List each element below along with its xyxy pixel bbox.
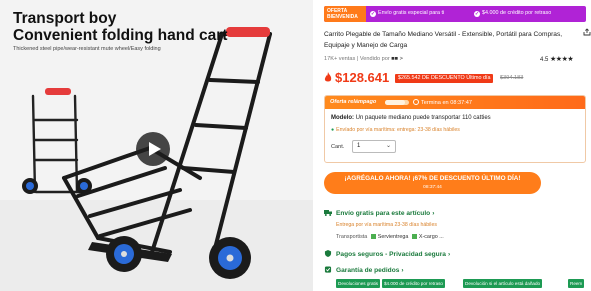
product-title: Carrito Plegable de Tamaño Mediano Versá…	[324, 31, 563, 49]
current-price: $128.641	[335, 70, 390, 85]
guarantee-chip: Reem	[568, 279, 585, 288]
shield-icon	[324, 250, 332, 257]
guarantee-chip: Devolución si el artículo está dañado	[463, 279, 543, 288]
product-info-panel: OFERTA BIENVENIDA ✓ Envío gratis especial…	[320, 0, 591, 291]
add-to-cart-label: ¡AGRÉGALO AHORA! ¡67% DE DESCUENTO ÚLTIM…	[344, 175, 521, 182]
order-guarantee-title: Garantía de pedidos	[336, 267, 400, 274]
cart-handle	[226, 27, 270, 37]
video-play-button[interactable]	[136, 132, 170, 166]
share-icon[interactable]	[583, 28, 591, 36]
image-title-line1: Transport boy	[13, 10, 117, 27]
carrier-logo-icon	[411, 234, 417, 239]
timer-prefix: Termina en	[421, 100, 449, 106]
chevron-down-icon: ⌄	[385, 143, 391, 149]
truck-icon: ●	[331, 127, 335, 133]
guarantee-chip: Devoluciones gratis	[336, 279, 381, 288]
carrier-line: Transportista Servientrega X-cargo ...	[336, 234, 444, 240]
original-price: $394.183	[500, 75, 524, 81]
carrier-name-2: X-cargo ...	[418, 234, 444, 240]
flash-offer-progress-fill	[385, 100, 406, 105]
carrier-logo-icon	[370, 234, 376, 239]
add-to-cart-button[interactable]: ¡AGRÉGALO AHORA! ¡67% DE DESCUENTO ÚLTIM…	[324, 172, 541, 194]
truck-icon	[324, 210, 332, 216]
image-title-line2: Convenient folding hand cart	[13, 27, 228, 44]
guarantee-chip: $4.000 de crédito por retraso	[382, 279, 445, 288]
flash-offer-box: Oferta relámpago Termina en 08:37:47 Mod…	[324, 95, 586, 163]
secure-payments-title: Pagos seguros - Privacidad segura	[336, 251, 446, 258]
promo-delay-credit: ✓ $4.000 de crédito por retraso	[474, 10, 551, 17]
add-to-cart-countdown: 08:37:44	[423, 185, 442, 190]
vendor-label: Vendido por	[359, 56, 390, 62]
price-row: $128.641 $265.542 DE DESCUENTO Último dí…	[324, 70, 586, 88]
flash-offer-progress	[385, 100, 409, 105]
clock-icon	[413, 99, 419, 105]
quantity-label: Cant.	[331, 144, 345, 150]
quantity-select[interactable]: 1 ⌄	[352, 140, 396, 153]
check-icon: ✓	[474, 11, 480, 17]
model-value: Un paquete mediano puede transportar 110…	[355, 115, 491, 121]
free-shipping-title: Envío gratis para este artículo	[336, 210, 431, 217]
promo-free-shipping: ✓ Envío gratis especial para ti	[370, 10, 444, 17]
chevron-right-icon: ›	[447, 251, 451, 258]
carrier-label: Transportista	[336, 234, 368, 240]
promo-item2-label: $4.000 de crédito por retraso	[482, 10, 552, 16]
discount-badge: $265.542 DE DESCUENTO Último día	[395, 74, 494, 83]
timer-value: 08:37:47	[450, 100, 473, 106]
chevron-right-icon: ›	[432, 210, 435, 217]
sea-shipping-text: Envíado por vía marítima: entrega: 23-38…	[336, 127, 460, 133]
quantity-value: 1	[357, 143, 361, 149]
rating-stars: ★★★★	[550, 56, 574, 63]
delivery-estimate: Entrega por vía marítima 23-38 días hábi…	[336, 222, 437, 228]
play-icon	[149, 142, 161, 156]
model-line: Modelo: Un paquete mediano puede transpo…	[331, 115, 491, 121]
chevron-right-icon: ›	[401, 267, 404, 274]
promo-item1-label: Envío gratis especial para ti	[378, 10, 445, 16]
rating-summary[interactable]: 4.5 ★★★★	[540, 55, 574, 63]
free-shipping-section[interactable]: Envío gratis para este artículo ›	[324, 209, 434, 217]
sea-shipping-estimate: ● Envíado por vía marítima: entrega: 23-3…	[331, 127, 460, 133]
flash-offer-label: Oferta relámpago	[330, 99, 377, 105]
image-headline: Transport boy Convenient folding hand ca…	[13, 10, 227, 44]
secure-payments-section[interactable]: Pagos seguros - Privacidad segura ›	[324, 250, 450, 258]
sold-count: 17K+ ventas	[324, 56, 356, 62]
vendor-link[interactable]: ■■ >	[391, 56, 403, 62]
carrier-name-1: Servientrega	[377, 234, 409, 240]
small-cart-handle	[45, 88, 71, 95]
image-subtitle: Thickened steel pipe/wear-resistant mute…	[13, 46, 161, 52]
guarantee-icon	[324, 266, 332, 273]
rating-value: 4.5	[540, 57, 549, 63]
flash-offer-countdown: Termina en 08:37:47	[413, 99, 472, 106]
order-guarantee-section[interactable]: Garantía de pedidos ›	[324, 266, 404, 274]
flame-icon	[324, 72, 332, 82]
welcome-promo-banner[interactable]: OFERTA BIENVENIDA ✓ Envío gratis especial…	[324, 6, 586, 22]
check-icon: ✓	[370, 11, 376, 17]
product-image-panel[interactable]: Transport boy Convenient folding hand ca…	[0, 0, 313, 291]
flash-offer-header: Oferta relámpago Termina en 08:37:47	[325, 96, 585, 109]
welcome-offer-badge: OFERTA BIENVENIDA	[324, 6, 366, 22]
sales-and-vendor: 17K+ ventas | Vendido por ■■ >	[324, 56, 403, 62]
model-label: Modelo:	[331, 115, 354, 121]
